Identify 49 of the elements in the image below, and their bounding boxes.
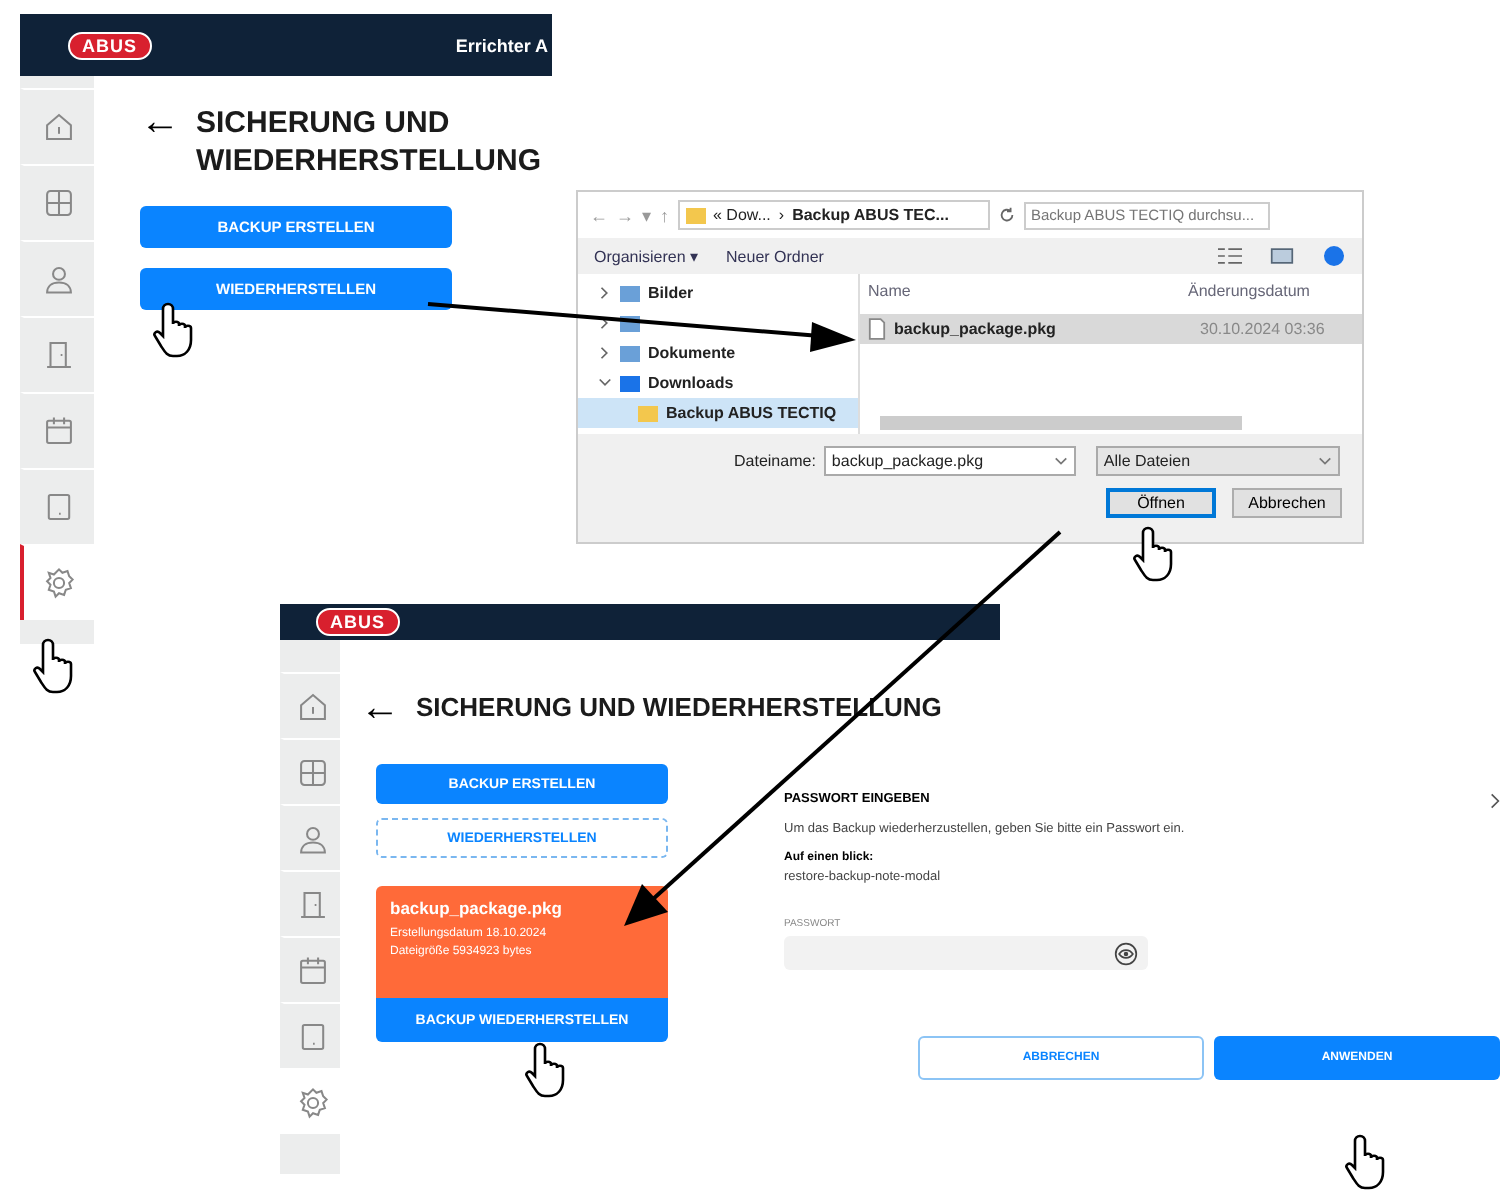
address-bar[interactable]: « Dow... › Backup ABUS TEC... — [677, 200, 989, 230]
grid-icon — [42, 186, 76, 220]
sidebar-item[interactable] — [20, 544, 94, 620]
refresh-icon[interactable] — [997, 206, 1015, 224]
column-header[interactable]: Änderungsdatum — [1188, 281, 1310, 299]
password-field[interactable] — [784, 936, 1148, 970]
tablet-icon — [42, 490, 76, 524]
user-name: Errichter A — [455, 35, 550, 55]
scrollbar[interactable] — [880, 416, 1242, 430]
tree-item[interactable]: Bilder — [578, 278, 858, 308]
page-title: SICHERUNG UND — [196, 104, 452, 142]
dialog-button[interactable]: Abbrechen — [1232, 488, 1342, 518]
tree-item[interactable]: Dokumente — [578, 338, 858, 368]
calendar-icon — [295, 953, 329, 987]
filename-field[interactable]: backup_package.pkg — [823, 446, 1076, 476]
chevron-icon[interactable] — [598, 316, 612, 330]
folder-icon — [685, 205, 705, 225]
column-header[interactable]: Name — [868, 281, 1188, 299]
chevron-icon[interactable] — [1490, 792, 1500, 810]
caret-icon[interactable] — [1317, 456, 1332, 466]
file-row[interactable]: backup_package.pkg 30.10.2024 03:36 — [860, 314, 1362, 344]
back-arrow[interactable]: ← — [140, 104, 180, 140]
file-icon — [868, 318, 886, 340]
grid-icon — [295, 755, 329, 789]
toolbar-button[interactable]: Neuer Ordner — [726, 247, 824, 265]
caret-icon[interactable] — [1053, 456, 1068, 466]
person-icon — [42, 262, 76, 296]
page-title: WIEDERHERSTELLUNG — [196, 142, 541, 180]
toolbar-button[interactable]: Organisieren ▾ — [594, 247, 699, 265]
gear-icon — [42, 566, 76, 600]
filter-dropdown[interactable]: Alle Dateien — [1095, 446, 1340, 476]
file-name: backup_package.pkg — [390, 898, 564, 918]
door-icon — [42, 338, 76, 372]
calendar-icon — [42, 414, 76, 448]
tree-item[interactable]: Downloads — [578, 368, 858, 398]
pane-icon[interactable] — [1270, 246, 1294, 266]
house-icon — [42, 110, 76, 144]
view-icon[interactable] — [1218, 246, 1242, 266]
eye-icon[interactable] — [1114, 941, 1138, 965]
person-icon — [295, 821, 329, 855]
house-icon — [295, 689, 329, 723]
gear-icon — [295, 1085, 329, 1119]
field-label: Dateiname: — [734, 452, 816, 470]
logo: ABUS — [316, 608, 400, 636]
logo: ABUS — [68, 31, 152, 59]
door-icon — [295, 887, 329, 921]
dialog-button[interactable]: Öffnen — [1106, 488, 1216, 518]
back-arrow[interactable]: ← — [360, 689, 400, 725]
tree-item[interactable]: Backup ABUS TECTIQ — [578, 398, 858, 428]
